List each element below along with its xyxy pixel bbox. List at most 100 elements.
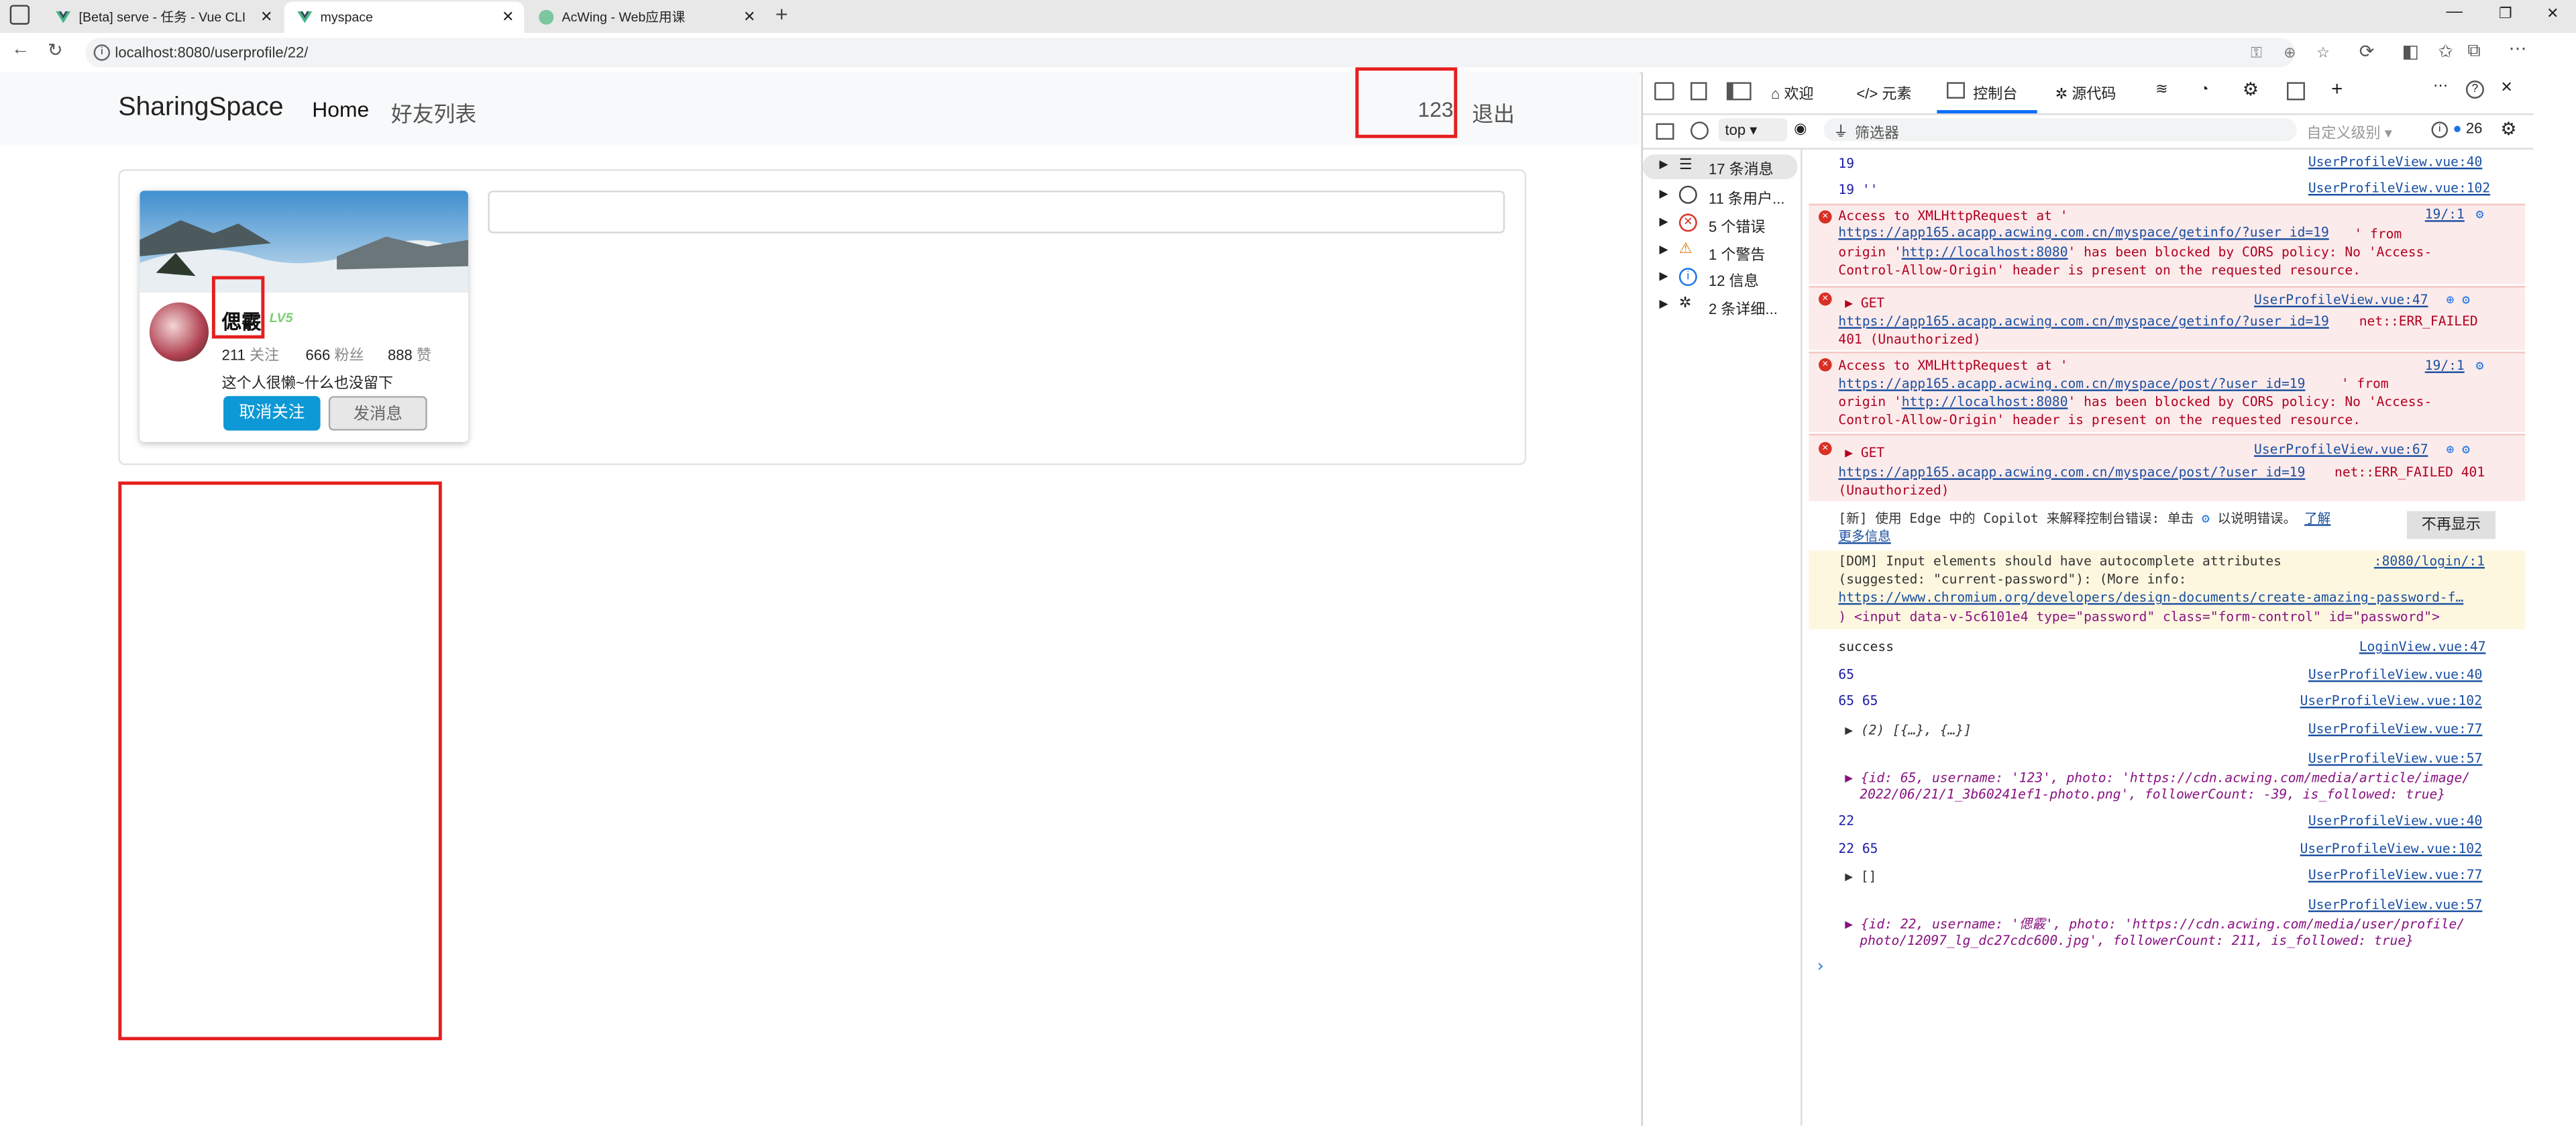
- sidebar-item-errors[interactable]: ▶ ✕ 5 个错误: [1643, 212, 1797, 237]
- more-tools-icon[interactable]: +: [2331, 77, 2343, 100]
- bug-icon: ✲: [2055, 85, 2068, 102]
- console-toolbar: top ▾ ◉ ⏚ 筛选器 自定义级别 ▾ i ● 26 ⚙: [1643, 115, 2534, 150]
- console-settings-icon[interactable]: ⚙: [2500, 118, 2516, 140]
- tab-title: myspace: [320, 9, 373, 25]
- network-icon[interactable]: ≋: [2155, 81, 2167, 99]
- sidebar-label: 1 个警告: [1708, 246, 1766, 263]
- tab-sources[interactable]: ✲ 源代码: [2055, 82, 2116, 103]
- close-icon[interactable]: ✕: [502, 1, 514, 33]
- sidebar-item-messages[interactable]: ▶ ☰ 17 条消息: [1643, 154, 1798, 179]
- bug-icon: ✲: [1678, 294, 1692, 311]
- clear-console-icon[interactable]: [1690, 121, 1709, 140]
- device-toolbar-icon[interactable]: [1690, 82, 1707, 101]
- console-sidebar: ▶ ☰ 17 条消息 ▶ 11 条用户... ▶ ✕ 5 个错误 ▶ ⚠ 1 个…: [1643, 148, 1803, 1126]
- home-icon: ⌂: [1771, 85, 1780, 102]
- annotation-box-name: [211, 276, 265, 339]
- tab-welcome[interactable]: ⌂ 欢迎: [1771, 82, 1814, 103]
- sidebar-label: 2 条详细...: [1708, 301, 1778, 317]
- context-select[interactable]: top ▾: [1718, 118, 1788, 142]
- sidebar-item-warnings[interactable]: ▶ ⚠ 1 个警告: [1643, 240, 1797, 265]
- user-icon: [1678, 185, 1697, 204]
- tab-console[interactable]: 控制台: [1937, 72, 2037, 113]
- dont-show-again-button[interactable]: 不再显示: [2406, 511, 2496, 540]
- help-icon[interactable]: ?: [2465, 81, 2484, 99]
- info-icon[interactable]: i: [2431, 121, 2449, 138]
- issues-badge[interactable]: ● 26: [2453, 120, 2482, 136]
- inspect-icon[interactable]: [1654, 82, 1674, 101]
- tab-elements[interactable]: </> 元素: [1856, 82, 1911, 103]
- filter-placeholder: 筛选器: [1854, 125, 1900, 142]
- tab-actions-icon[interactable]: [9, 5, 30, 25]
- tab-title: AcWing - Web应用课: [561, 9, 686, 25]
- key-icon[interactable]: ⚿: [2251, 38, 2262, 67]
- expand-arrow-icon: ▶: [1659, 271, 1668, 283]
- sidebar-label: 12 信息: [1708, 272, 1759, 290]
- browser-tab-vue-cli[interactable]: [Beta] serve - 任务 - Vue CLI ✕: [42, 1, 283, 33]
- nav-home-link[interactable]: Home: [312, 97, 369, 121]
- reload-icon[interactable]: ↻: [48, 40, 63, 60]
- nav-friends-link[interactable]: 好友列表: [391, 97, 476, 128]
- sidebar-label: 17 条消息: [1708, 161, 1774, 178]
- sidebar-label: 11 条用户...: [1708, 191, 1785, 207]
- favorite-star-icon[interactable]: ☆: [2316, 38, 2330, 67]
- close-icon[interactable]: ✕: [743, 1, 755, 33]
- maximize-icon[interactable]: ❐: [2499, 5, 2512, 23]
- log-object[interactable]: ▶ (2) [{…}, {…}]: [1845, 723, 1972, 738]
- user-profile-card: 偲霰 LV5 211 关注 666 粉丝 888 赞 这个人很懒~什么也没留下 …: [140, 191, 468, 442]
- sidebar-item-info[interactable]: ▶ i 12 信息: [1643, 266, 1797, 291]
- back-icon[interactable]: ←: [11, 40, 30, 59]
- vue-logo-icon: [297, 11, 313, 23]
- cover-image: [140, 191, 468, 293]
- sidebar-item-user-messages[interactable]: ▶ 11 条用户...: [1643, 184, 1797, 209]
- send-message-button[interactable]: 发消息: [328, 396, 427, 431]
- acwing-logo-icon: [539, 9, 554, 25]
- devtools-more-icon[interactable]: ⋯: [2433, 77, 2448, 95]
- info-icon[interactable]: i: [93, 44, 111, 61]
- browser-tab-acwing[interactable]: AcWing - Web应用课 ✕: [525, 1, 766, 33]
- refresh-ext-icon[interactable]: ⟳: [2359, 41, 2375, 62]
- log-object[interactable]: ▶ {id: 22, username: '偲霰', photo: 'https…: [1845, 915, 2465, 933]
- collections-icon[interactable]: ⧉: [2467, 41, 2480, 62]
- devtools-close-icon[interactable]: ✕: [2500, 79, 2512, 97]
- brand-link[interactable]: SharingSpace: [118, 94, 283, 123]
- sidebar-label: 5 个错误: [1708, 218, 1766, 236]
- nav-logout-link[interactable]: 退出: [1472, 97, 1515, 128]
- filter-input[interactable]: ⏚ 筛选器: [1823, 118, 2297, 142]
- code-icon: </>: [1856, 85, 1878, 102]
- sidebar-toggle-icon[interactable]: [1656, 123, 1674, 140]
- window-close-icon[interactable]: ✕: [2546, 5, 2559, 23]
- warning-icon: ⚠: [1678, 240, 1693, 257]
- log-level-select[interactable]: 自定义级别 ▾: [2306, 121, 2392, 143]
- performance-icon[interactable]: ◔: [2200, 81, 2208, 97]
- more-menu-icon[interactable]: ⋯: [2509, 38, 2527, 59]
- list-icon: ☰: [1678, 156, 1693, 173]
- expand-arrow-icon: ▶: [1659, 189, 1668, 201]
- new-tab-icon[interactable]: +: [775, 1, 788, 26]
- log-object[interactable]: ▶ []: [1845, 870, 1876, 884]
- sidebar-item-verbose[interactable]: ▶ ✲ 2 条详细...: [1643, 294, 1797, 319]
- log-object[interactable]: ▶ {id: 65, username: '123', photo: 'http…: [1845, 769, 2470, 787]
- post-input-box[interactable]: [488, 191, 1505, 234]
- split-screen-icon[interactable]: ◧: [2402, 41, 2418, 62]
- url-text: localhost:8080/userprofile/22/: [115, 44, 309, 61]
- minimize-icon[interactable]: —: [2447, 3, 2463, 21]
- avatar[interactable]: [149, 302, 209, 362]
- unfollow-button[interactable]: 取消关注: [223, 396, 321, 431]
- settings-gear-icon[interactable]: ⚙: [2243, 79, 2259, 100]
- url-field[interactable]: i localhost:8080/userprofile/22/ ⚿ ⊕ ☆: [85, 38, 2330, 68]
- favorites-icon[interactable]: ✩: [2438, 41, 2453, 62]
- error-icon: ✕: [1678, 213, 1697, 232]
- eye-icon[interactable]: ◉: [1794, 120, 1807, 138]
- close-icon[interactable]: ✕: [260, 1, 272, 33]
- level-badge: LV5: [269, 310, 293, 325]
- dock-side-icon[interactable]: [1726, 82, 1752, 101]
- application-icon[interactable]: [2287, 82, 2305, 101]
- issues-icon: ●: [2453, 119, 2462, 137]
- browser-tab-myspace[interactable]: myspace ✕: [284, 1, 525, 33]
- expand-arrow-icon: ▶: [1659, 217, 1668, 229]
- zoom-icon[interactable]: ⊕: [2284, 38, 2296, 67]
- vue-logo-icon: [56, 11, 71, 23]
- fans-count: 666 粉丝: [305, 346, 364, 364]
- expand-arrow-icon: ▶: [1659, 299, 1668, 311]
- console-icon: [1947, 82, 1966, 99]
